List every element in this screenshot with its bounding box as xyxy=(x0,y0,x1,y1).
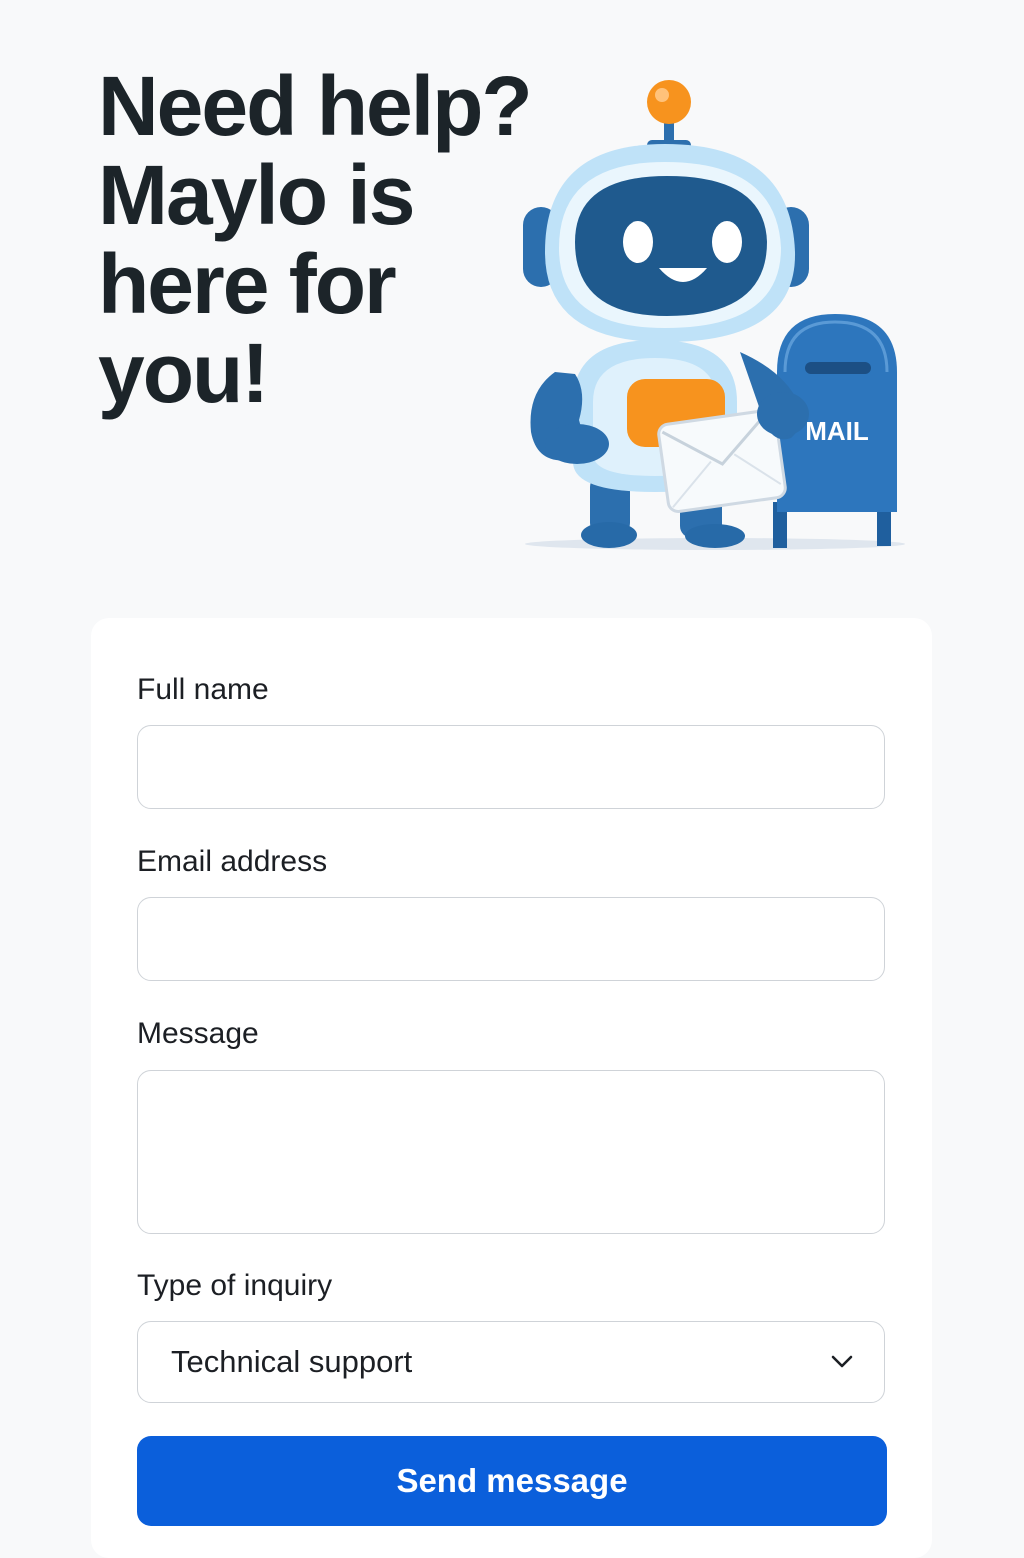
full-name-label: Full name xyxy=(137,673,269,706)
full-name-input[interactable] xyxy=(137,725,885,809)
inquiry-type-selected-value: Technical support xyxy=(171,1344,413,1379)
chevron-down-icon xyxy=(830,1350,854,1374)
svg-text:MAIL: MAIL xyxy=(805,416,869,446)
robot-mascot-icon: MAIL xyxy=(523,80,905,550)
inquiry-type-select[interactable]: Technical support xyxy=(137,1321,885,1403)
message-label: Message xyxy=(137,1017,259,1050)
inquiry-type-label: Type of inquiry xyxy=(137,1269,333,1302)
message-textarea[interactable] xyxy=(137,1070,885,1234)
email-input[interactable] xyxy=(137,897,885,981)
robot-mascot-illustration: MAIL xyxy=(515,72,915,562)
email-label: Email address xyxy=(137,845,328,878)
page-title: Need help? Maylo is here for you! xyxy=(98,59,533,420)
send-message-button[interactable]: Send message xyxy=(137,1436,887,1526)
contact-form: Full name Email address Message Type of … xyxy=(91,618,932,1558)
